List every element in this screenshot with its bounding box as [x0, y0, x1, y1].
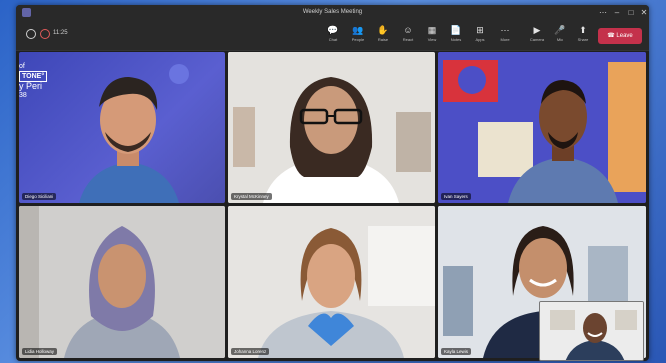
self-view-video — [540, 302, 643, 360]
raise-hand-icon: ✋ — [377, 25, 389, 35]
more-button[interactable]: ⋯ More — [494, 24, 516, 50]
notes-button[interactable]: 📄 Notes — [445, 24, 467, 50]
video-tile[interactable]: Johanna Lorenz — [228, 206, 435, 358]
people-button[interactable]: 👥 People — [347, 24, 369, 50]
view-icon: ▦ — [427, 25, 437, 35]
meeting-info-icon[interactable] — [26, 29, 36, 39]
teams-meeting-window: Weekly Sales Meeting ⋯ – □ ✕ 11:25 💬 Chat… — [16, 5, 649, 361]
participant-name: Krystal McKinney — [231, 193, 272, 200]
raise-hand-button[interactable]: ✋ Raise — [372, 24, 394, 50]
video-tile[interactable]: of TONE° y Peri 38 Diego Siciliani — [19, 52, 225, 203]
react-icon: ☺ — [403, 25, 413, 35]
chat-icon: 💬 — [327, 25, 339, 35]
avatar-illustration — [79, 64, 189, 203]
avatar-illustration — [228, 206, 435, 358]
apps-icon: ⊞ — [476, 25, 484, 35]
participant-name: Lidia Holloway — [22, 348, 58, 355]
maximize-icon[interactable]: □ — [624, 7, 638, 19]
window-more-icon[interactable]: ⋯ — [596, 7, 610, 19]
recording-icon — [40, 29, 50, 39]
people-icon: 👥 — [352, 25, 364, 35]
share-button[interactable]: ⬆ Share — [572, 24, 594, 50]
share-icon: ⬆ — [579, 25, 587, 35]
participant-name: Johanna Lorenz — [231, 348, 270, 355]
notes-icon: 📄 — [450, 25, 462, 35]
participant-name: Kayla Lewis — [441, 348, 472, 355]
avatar-illustration — [19, 206, 225, 358]
participant-name: Diego Siciliani — [22, 193, 57, 200]
title-bar: Weekly Sales Meeting ⋯ – □ ✕ — [16, 5, 649, 21]
camera-icon: ▶ — [533, 25, 541, 35]
apps-button[interactable]: ⊞ Apps — [469, 24, 491, 50]
participant-name: Ivan Sayers — [441, 193, 471, 200]
camera-button[interactable]: ▶ Camera — [526, 24, 548, 50]
video-grid: of TONE° y Peri 38 Diego Siciliani Kryst… — [19, 52, 646, 361]
participant-video — [228, 52, 435, 203]
video-tile[interactable]: Lidia Holloway — [19, 206, 225, 358]
video-tile[interactable]: Krystal McKinney — [228, 52, 435, 203]
video-tile[interactable]: Ivan Sayers — [438, 52, 646, 203]
more-icon: ⋯ — [500, 25, 510, 35]
mic-icon: 🎤 — [554, 25, 566, 35]
react-button[interactable]: ☺ React — [397, 24, 419, 50]
leave-button[interactable]: ☎ Leave — [598, 28, 642, 44]
meeting-timer: 11:25 — [53, 30, 68, 36]
window-title: Weekly Sales Meeting — [302, 9, 363, 15]
avatar-illustration — [438, 52, 646, 203]
meeting-toolbar: 11:25 💬 Chat 👥 People ✋ Raise ☺ React ▦ View … — [16, 21, 649, 51]
view-button[interactable]: ▦ View — [421, 24, 443, 50]
minimize-icon[interactable]: – — [610, 7, 624, 19]
self-view[interactable] — [539, 301, 644, 361]
mic-button[interactable]: 🎤 Mic — [549, 24, 571, 50]
close-icon[interactable]: ✕ — [637, 7, 649, 19]
chat-button[interactable]: 💬 Chat — [322, 24, 344, 50]
